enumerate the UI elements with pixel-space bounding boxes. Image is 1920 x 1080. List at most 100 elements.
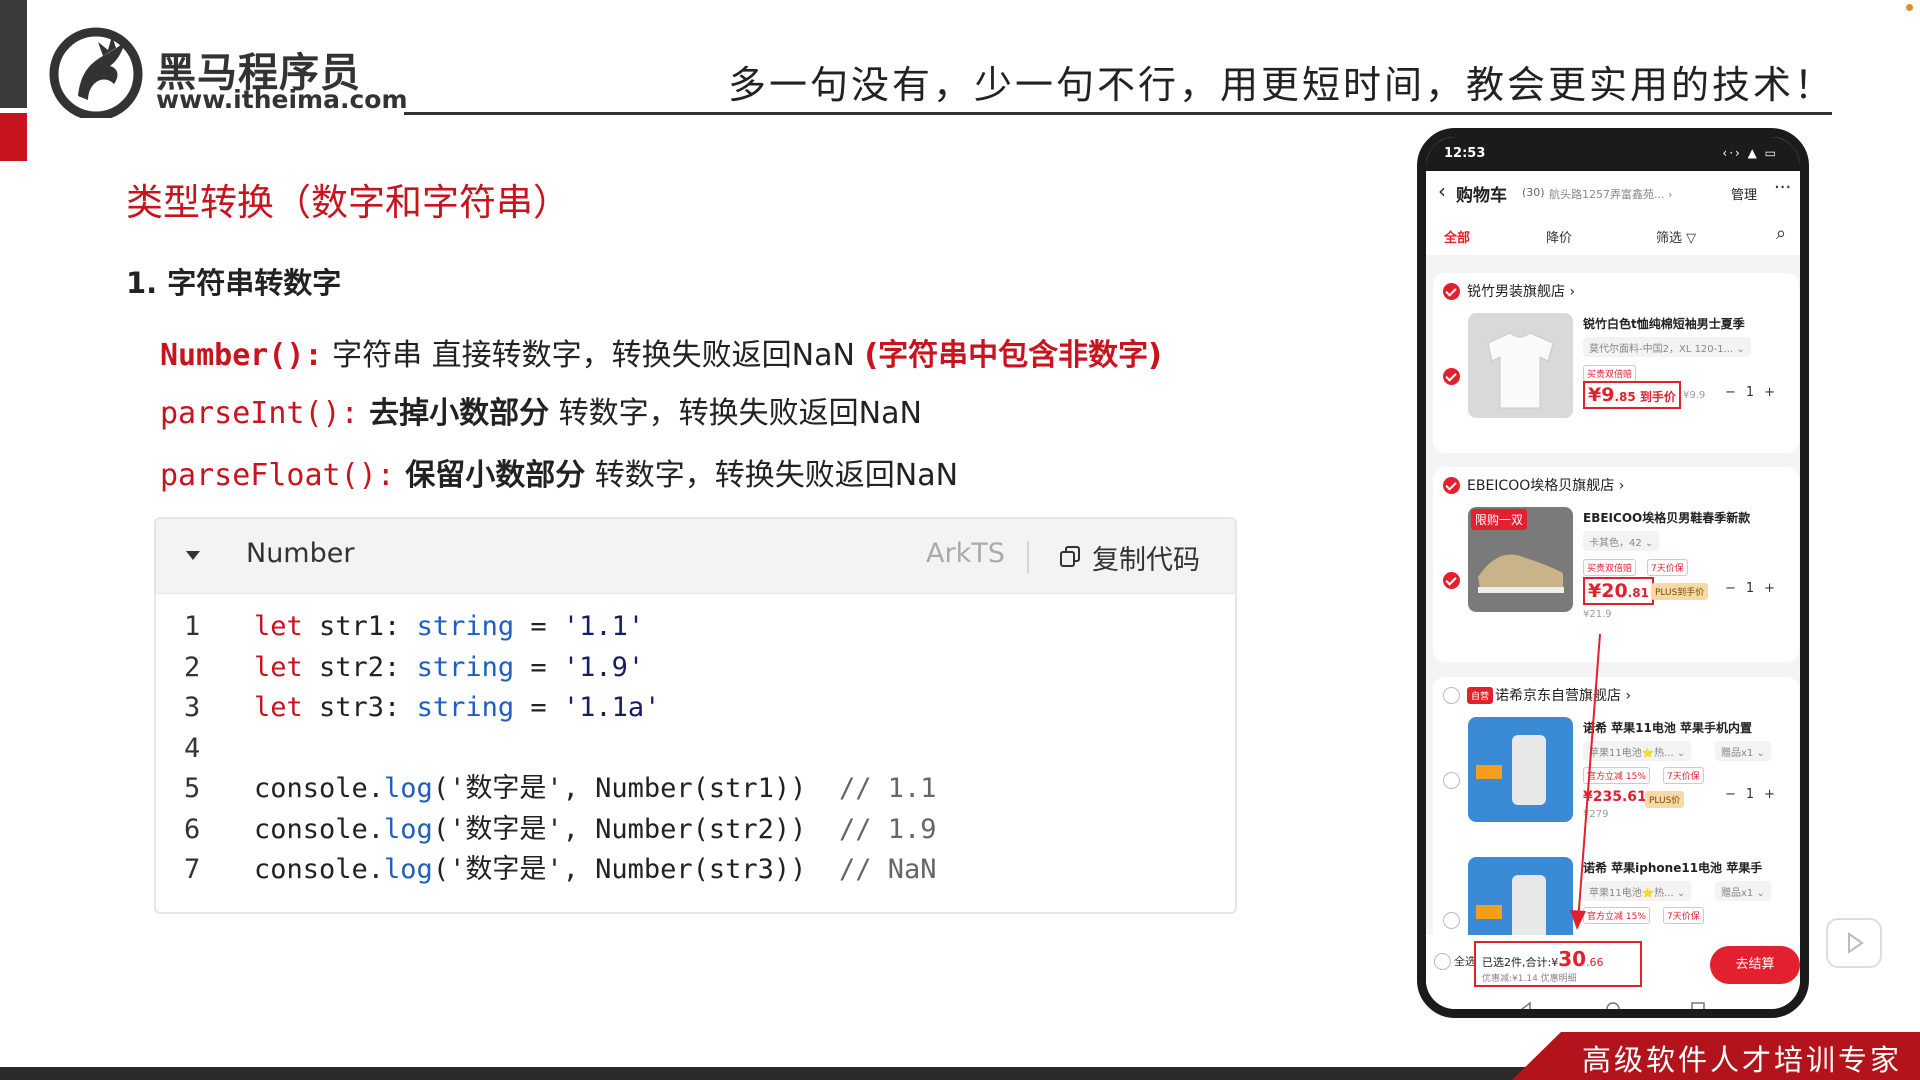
checkout-button[interactable]: 去结算 xyxy=(1710,946,1800,984)
code-line: 4 xyxy=(156,729,1235,770)
string-literal: '1.1a' xyxy=(562,692,661,723)
annotation-arrow-icon xyxy=(1570,633,1601,930)
type-name: string xyxy=(416,651,515,683)
delivery-address[interactable]: 航头路1257弄富鑫苑... › xyxy=(1549,186,1672,202)
variable: str3: xyxy=(302,692,417,723)
variable: str1: xyxy=(302,611,417,642)
object-name: console. xyxy=(254,854,385,885)
product-tag: 7天价保 xyxy=(1647,559,1688,576)
tab-all[interactable]: 全部 xyxy=(1444,227,1470,246)
item-checkbox[interactable] xyxy=(1443,368,1460,385)
rule-description: 转数字，转换失败返回NaN xyxy=(585,458,959,493)
manage-button[interactable]: 管理 xyxy=(1731,184,1757,203)
product-title[interactable]: 锐竹白色t恤纯棉短袖男士夏季 xyxy=(1583,315,1745,332)
collapse-caret-icon[interactable] xyxy=(186,551,200,560)
gift-spec[interactable]: 赠品x1 ⌄ xyxy=(1715,741,1771,761)
battery-thumbnail[interactable] xyxy=(1468,717,1573,822)
original-price: ¥21.9 xyxy=(1583,609,1612,620)
cart-nav-bar: ‹ 购物车 (30) 航头路1257弄富鑫苑... › 管理 ··· xyxy=(1426,171,1800,215)
copy-icon[interactable] xyxy=(1058,545,1082,569)
code-comment: // 1.9 xyxy=(806,813,937,845)
product-spec[interactable]: 莫代尔面料-中国2，XL 120-1... ⌄ xyxy=(1583,337,1751,357)
code-language-label: ArkTS xyxy=(926,538,1005,569)
logo-url: www.itheima.com xyxy=(156,85,408,114)
item-checkbox[interactable] xyxy=(1443,912,1460,929)
code-line: 2 let str2: string = '1.9' xyxy=(156,648,1235,689)
select-all-checkbox[interactable] xyxy=(1434,953,1451,970)
rule-function-name: Number(): xyxy=(160,338,323,373)
original-price: ¥9.9 xyxy=(1683,390,1706,401)
keyword: let xyxy=(254,611,303,642)
product-tag: 7天价保 xyxy=(1663,767,1704,784)
system-nav-icons[interactable] xyxy=(1426,999,1800,1018)
store-checkbox[interactable] xyxy=(1443,283,1460,300)
self-operated-tag: 自营 xyxy=(1467,687,1494,704)
store-name[interactable]: 锐竹男装旗舰店 › xyxy=(1467,281,1575,301)
product-price: ¥9.85 到手价 xyxy=(1583,381,1681,409)
select-all-label[interactable]: 全选 xyxy=(1454,953,1476,969)
quantity-stepper[interactable]: −1+ xyxy=(1725,581,1785,596)
product-price: ¥20.81 xyxy=(1583,577,1654,605)
left-dark-bar xyxy=(0,0,27,108)
code-line: 7 console.log('数字是', Number(str3)) // NaN xyxy=(156,850,1235,891)
item-checkbox[interactable] xyxy=(1443,772,1460,789)
rule-parsefloat: parseFloat(): 保留小数部分 转数字，转换失败返回NaN xyxy=(160,450,958,494)
type-name: string xyxy=(416,692,515,723)
code-line: 1 let str1: string = '1.1' xyxy=(156,607,1235,648)
product-title[interactable]: EBEICOO埃格贝男鞋春季新款 xyxy=(1583,509,1750,526)
discount-detail[interactable]: 优惠减:¥1.14 优惠明细 xyxy=(1482,971,1577,984)
play-icon xyxy=(1848,932,1864,954)
call-arguments: ('数字是', Number(str2)) xyxy=(432,813,807,845)
tab-filter[interactable]: 筛选 ▽ xyxy=(1656,227,1696,246)
operator: = xyxy=(514,611,563,642)
rule-description: 转数字，转换失败返回NaN xyxy=(549,396,922,431)
header-separator xyxy=(1027,541,1029,573)
store-checkbox[interactable] xyxy=(1443,477,1460,494)
item-checkbox[interactable] xyxy=(1443,572,1460,589)
type-name: string xyxy=(416,611,515,642)
keyword: let xyxy=(254,692,303,723)
cart-title: 购物车 xyxy=(1456,186,1507,206)
rule-description: 字符串 直接转数字，转换失败返回NaN xyxy=(322,338,865,373)
product-spec[interactable]: 卡其色，42 ⌄ xyxy=(1583,531,1660,551)
back-icon[interactable]: ‹ xyxy=(1438,179,1446,203)
method-name: log xyxy=(384,854,433,885)
code-line: 5 console.log('数字是', Number(str1)) // 1.1 xyxy=(156,769,1235,810)
quantity-stepper[interactable]: −1+ xyxy=(1725,787,1785,802)
phone-status-bar: 12:53 ‹·› ▲ ▭ xyxy=(1426,137,1800,171)
tshirt-thumbnail[interactable] xyxy=(1468,313,1573,418)
recording-dot xyxy=(1906,4,1913,11)
product-tag: 买贵双倍赔 xyxy=(1583,559,1637,576)
more-icon[interactable]: ··· xyxy=(1774,177,1791,198)
copy-code-button[interactable]: 复制代码 xyxy=(1092,538,1200,577)
store-checkbox[interactable] xyxy=(1443,687,1460,704)
total-summary: 已选2件,合计:¥30.66 优惠减:¥1.14 优惠明细 xyxy=(1474,941,1642,987)
tab-price-drop[interactable]: 降价 xyxy=(1546,227,1572,246)
operator: = xyxy=(514,692,563,723)
header-divider xyxy=(404,112,1832,115)
rule-emphasis: 保留小数部分 xyxy=(394,458,586,493)
code-block: Number ArkTS 复制代码 1 let str1: string = '1… xyxy=(154,517,1237,914)
line-number: 6 xyxy=(184,813,201,845)
total-price: 已选2件,合计:¥30.66 xyxy=(1482,947,1604,971)
line-number: 3 xyxy=(184,692,201,723)
line-number: 1 xyxy=(184,611,201,642)
search-icon[interactable]: ⌕ xyxy=(1776,223,1786,244)
section-title: 1. 字符串转数字 xyxy=(126,266,342,300)
product-tag: 7天价保 xyxy=(1663,907,1704,924)
phone-time: 12:53 xyxy=(1444,146,1486,161)
gift-spec[interactable]: 赠品x1 ⌄ xyxy=(1715,881,1771,901)
rule-emphasis: 去掉小数部分 xyxy=(358,396,550,431)
quantity-stepper[interactable]: −1+ xyxy=(1725,385,1785,400)
string-literal: '1.9' xyxy=(562,651,645,683)
rule-function-name: parseInt(): xyxy=(160,396,359,431)
line-number: 7 xyxy=(184,854,201,885)
call-arguments: ('数字是', Number(str1)) xyxy=(432,773,807,804)
play-button[interactable] xyxy=(1826,918,1882,968)
plus-price-tag: PLUS到手价 xyxy=(1651,583,1709,600)
slogan: 多一句没有，少一句不行，用更短时间，教会更实用的技术！ xyxy=(728,63,1836,107)
limit-badge: 限购一双 xyxy=(1471,509,1528,530)
store-name[interactable]: EBEICOO埃格贝旗舰店 › xyxy=(1467,475,1624,495)
call-arguments: ('数字是', Number(str3)) xyxy=(432,854,807,885)
code-lines: 1 let str1: string = '1.1' 2 let str2: str… xyxy=(156,607,1235,891)
